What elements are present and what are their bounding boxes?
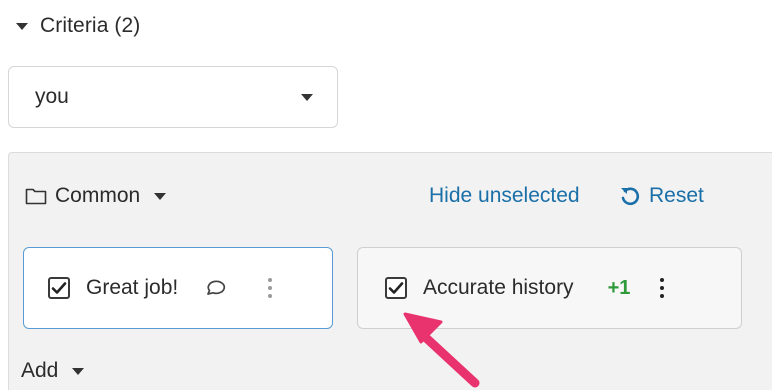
- count-badge: +1: [607, 276, 631, 299]
- criterion-label: Great job!: [86, 276, 179, 299]
- criteria-editor: Criteria (2) you Common Hide unselected …: [0, 0, 772, 390]
- criterion-card-accurate-history: Accurate history +1: [357, 247, 742, 329]
- check-icon: [51, 282, 67, 294]
- criteria-title: Criteria (2): [40, 14, 141, 37]
- reset-button[interactable]: Reset: [619, 180, 704, 212]
- criteria-panel: Common Hide unselected Reset Great job!: [8, 152, 772, 390]
- criterion-label: Accurate history: [423, 276, 574, 299]
- hide-unselected-link[interactable]: Hide unselected: [429, 180, 580, 212]
- criterion-checkbox[interactable]: [48, 277, 70, 299]
- criterion-card-great-job: Great job!: [23, 247, 333, 329]
- undo-icon: [621, 187, 640, 206]
- group-label: Common: [55, 184, 141, 207]
- select-value: you: [35, 85, 69, 108]
- criteria-toggle[interactable]: Criteria (2): [16, 10, 140, 42]
- group-dropdown[interactable]: Common: [25, 180, 167, 212]
- check-icon: [388, 282, 404, 294]
- comment-icon[interactable]: [204, 278, 228, 298]
- add-dropdown[interactable]: Add: [21, 355, 85, 387]
- kebab-menu-icon[interactable]: [656, 276, 668, 300]
- kebab-menu-icon[interactable]: [264, 276, 276, 300]
- reset-label: Reset: [649, 184, 704, 207]
- criterion-checkbox[interactable]: [385, 277, 407, 299]
- caret-down-icon: [301, 93, 313, 101]
- person-select[interactable]: you: [8, 66, 338, 128]
- caret-down-icon: [16, 23, 28, 30]
- caret-down-icon: [154, 192, 167, 200]
- caret-down-icon: [72, 368, 85, 375]
- folder-icon: [25, 188, 47, 205]
- add-label: Add: [21, 359, 59, 382]
